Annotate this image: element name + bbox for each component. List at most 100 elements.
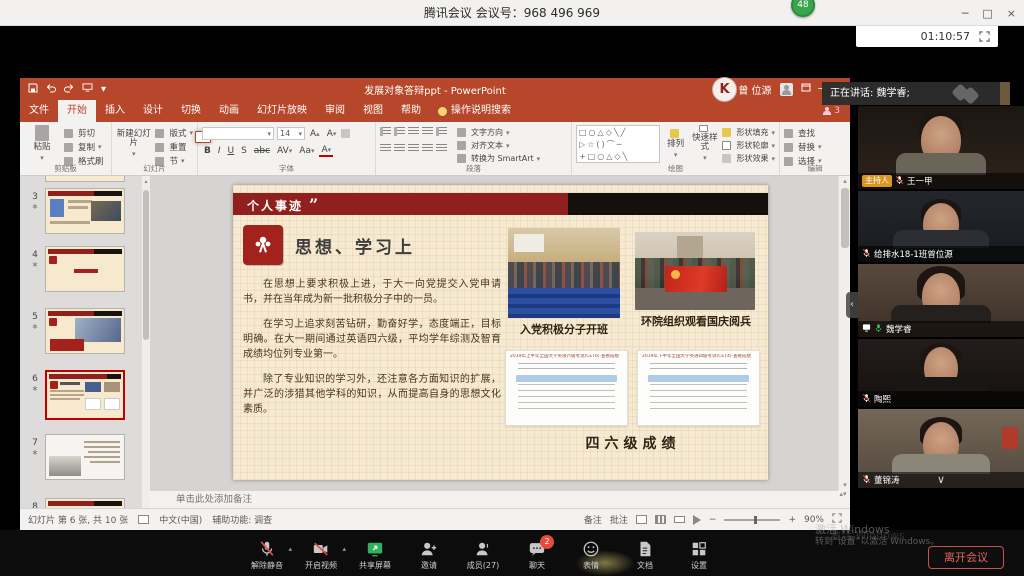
collaborators-indicator[interactable]: 3 — [823, 106, 850, 116]
members-button[interactable]: 成员(27) — [458, 537, 508, 574]
video-options-caret-icon[interactable]: ▴ — [342, 545, 346, 553]
font-size-combo[interactable]: 14▾ — [277, 127, 305, 140]
arrange-button[interactable]: 排列 ▾ — [664, 125, 688, 163]
maximize-button[interactable]: □ — [982, 7, 992, 20]
tab-review[interactable]: 审阅 — [316, 100, 354, 122]
justify-icon[interactable] — [422, 144, 433, 153]
save-icon[interactable] — [28, 83, 38, 96]
paste-button[interactable]: 粘贴 ▾ — [24, 125, 60, 163]
underline-button[interactable]: U — [226, 146, 237, 156]
start-slideshow-icon[interactable] — [82, 83, 93, 95]
scroll-up-icon[interactable]: ▴ — [142, 178, 150, 185]
slide-thumbnail-4[interactable] — [45, 246, 125, 292]
line-spacing-icon[interactable] — [436, 127, 447, 136]
slide-scrollbar[interactable]: ▴ ▾ — [838, 176, 850, 490]
change-case-button[interactable]: Aa▾ — [297, 146, 316, 156]
thumbnail-scroll-thumb[interactable] — [143, 190, 149, 340]
spellcheck-icon[interactable] — [138, 515, 149, 524]
replace-button[interactable]: 替换▾ — [784, 141, 822, 153]
align-left-icon[interactable] — [380, 144, 391, 153]
slide-thumbnail-8-partial[interactable] — [45, 498, 125, 508]
character-spacing-button[interactable]: AV▾ — [275, 146, 294, 156]
ppt-account-name[interactable]: 曾 位源 — [738, 82, 771, 97]
cut-button[interactable]: 剪切 — [64, 127, 104, 139]
quick-styles-button[interactable]: 快速样式 ▾ — [691, 125, 718, 163]
numbering-icon[interactable] — [394, 127, 405, 136]
settings-button[interactable]: 设置 — [674, 537, 724, 574]
grow-font-button[interactable]: A▴ — [308, 129, 322, 139]
font-color-button[interactable]: A▾ — [319, 145, 333, 157]
unmute-button[interactable]: 解除静音 ▴ — [242, 537, 292, 574]
increase-indent-icon[interactable] — [422, 127, 433, 136]
chat-button[interactable]: 聊天 2 — [512, 537, 562, 574]
docs-button[interactable]: 文档 — [620, 537, 670, 574]
notes-toggle[interactable]: 备注 — [584, 513, 602, 526]
slide-thumbnail-6-selected[interactable] — [45, 370, 125, 420]
tell-me-search[interactable]: 操作说明搜索 — [430, 100, 519, 122]
fullscreen-icon[interactable] — [979, 31, 990, 42]
layout-button[interactable]: 版式▾ — [155, 127, 193, 139]
invite-button[interactable]: 邀请 — [404, 537, 454, 574]
copy-button[interactable]: 复制▾ — [64, 141, 104, 153]
tab-help[interactable]: 帮助 — [392, 100, 430, 122]
share-screen-button[interactable]: 共享屏幕 — [350, 537, 400, 574]
clear-formatting-icon[interactable] — [341, 129, 350, 138]
slide-thumbnail-7[interactable] — [45, 434, 125, 480]
zoom-slider-thumb[interactable] — [754, 516, 757, 524]
notes-resize-handle[interactable]: ▴▾ — [838, 490, 848, 508]
tab-transitions[interactable]: 切换 — [172, 100, 210, 122]
tab-home[interactable]: 开始 — [58, 100, 96, 122]
find-button[interactable]: 查找 — [784, 127, 822, 139]
slide-scroll-thumb[interactable] — [841, 188, 849, 248]
shape-fill-button[interactable]: 形状填充▾ — [722, 127, 775, 138]
bold-button[interactable]: B — [202, 146, 213, 156]
thumbnail-scrollbar[interactable]: ▴ — [142, 176, 150, 508]
view-sorter-button[interactable] — [655, 515, 666, 524]
view-slideshow-button[interactable] — [693, 515, 701, 525]
zoom-level[interactable]: 90% — [804, 515, 824, 525]
align-text-button[interactable]: 对齐文本▾ — [457, 140, 540, 151]
undo-icon[interactable] — [46, 83, 56, 96]
scroll-down-icon[interactable]: ▾ — [839, 481, 851, 489]
start-video-button[interactable]: 开启视频 ▴ — [296, 537, 346, 574]
view-normal-button[interactable] — [636, 515, 647, 524]
zoom-in-button[interactable]: + — [788, 515, 796, 525]
slide-thumbnail-2-partial[interactable] — [45, 176, 125, 182]
tab-insert[interactable]: 插入 — [96, 100, 134, 122]
align-center-icon[interactable] — [394, 144, 405, 153]
video-tile-wangyijia[interactable]: 主持人 王一甲 — [858, 106, 1024, 189]
video-tile-zengweiyuan[interactable]: 给排水18-1班曾位源 — [858, 191, 1024, 262]
slide-thumbnail-3[interactable] — [45, 188, 125, 234]
language-indicator[interactable]: 中文(中国) — [159, 513, 202, 526]
slide-thumbnail-5[interactable] — [45, 308, 125, 354]
scroll-up-icon[interactable]: ▴ — [839, 177, 851, 185]
fit-slide-icon[interactable] — [832, 513, 842, 526]
text-direction-button[interactable]: 文字方向▾ — [457, 127, 540, 138]
comments-toggle[interactable]: 批注 — [610, 513, 628, 526]
align-right-icon[interactable] — [408, 144, 419, 153]
reset-button[interactable]: 重置 — [155, 141, 193, 153]
tab-design[interactable]: 设计 — [134, 100, 172, 122]
minimize-button[interactable]: ─ — [962, 7, 969, 20]
text-shadow-button[interactable]: S — [239, 146, 249, 156]
video-tile-taoxi[interactable]: 陶熙 — [858, 339, 1024, 407]
view-reading-button[interactable] — [674, 516, 685, 523]
emoji-button[interactable]: 表情 — [566, 537, 616, 574]
bullets-icon[interactable] — [380, 127, 391, 136]
video-tile-dongjintao[interactable]: 董锦涛 ∨ — [858, 409, 1024, 488]
account-avatar[interactable] — [780, 83, 793, 96]
strikethrough-button[interactable]: abc — [252, 146, 272, 156]
ribbon-display-icon[interactable] — [801, 83, 811, 95]
italic-button[interactable]: I — [216, 146, 223, 156]
current-slide[interactable]: 个人事迹 ” 思想、学习上 在思想上要求积极上进，于大一向党提交入党申请书，并在… — [233, 185, 768, 480]
collapse-videos-chevron[interactable]: ∨ — [858, 473, 1024, 487]
zoom-out-button[interactable]: − — [709, 515, 717, 525]
sidebar-collapse-button[interactable]: ‹ — [846, 292, 858, 318]
mic-options-caret-icon[interactable]: ▴ — [288, 545, 292, 553]
tab-file[interactable]: 文件 — [20, 100, 58, 122]
qat-customize-icon[interactable]: ▾ — [101, 84, 106, 95]
font-name-combo[interactable]: ▾ — [202, 127, 274, 140]
redo-icon[interactable] — [64, 83, 74, 96]
zoom-slider[interactable] — [724, 519, 780, 521]
columns-icon[interactable] — [436, 144, 447, 153]
